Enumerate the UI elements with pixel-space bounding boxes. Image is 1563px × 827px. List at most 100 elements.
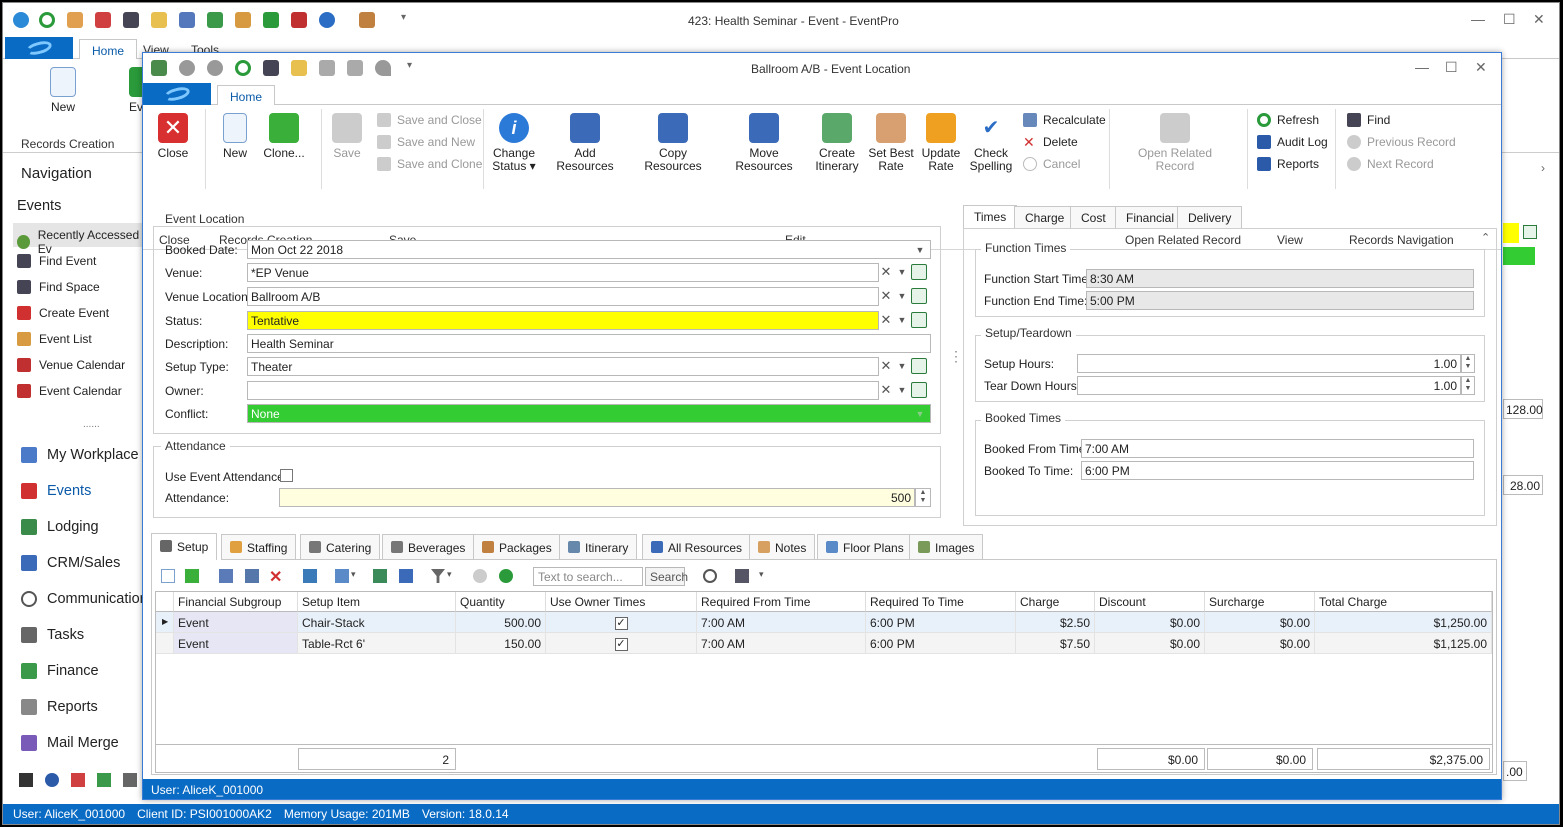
set-best-rate-button[interactable]: Set Best Rate bbox=[867, 113, 915, 173]
recalculate-button[interactable]: Recalculate bbox=[1023, 113, 1106, 127]
col-setup-item[interactable]: Setup Item bbox=[298, 592, 456, 612]
tab-times[interactable]: Times bbox=[963, 205, 1018, 228]
tab-setup[interactable]: Setup bbox=[151, 533, 218, 560]
tab-images[interactable]: Images bbox=[909, 534, 984, 560]
tab-cost[interactable]: Cost bbox=[1070, 206, 1117, 228]
owner-field[interactable] bbox=[247, 381, 879, 400]
folder-icon[interactable] bbox=[235, 12, 251, 28]
undo-icon[interactable] bbox=[375, 60, 391, 76]
cell-use-owner-times[interactable]: ✓ bbox=[546, 612, 697, 633]
dialog-maximize-button[interactable]: ☐ bbox=[1445, 59, 1458, 76]
cell-required-from[interactable]: 7:00 AM bbox=[697, 633, 866, 654]
dialog-close-button[interactable]: ✕ bbox=[1475, 59, 1487, 76]
close-ribbon-button[interactable]: ✕ Close bbox=[153, 113, 193, 160]
search-button[interactable]: Search bbox=[645, 567, 688, 586]
move-resources-button[interactable]: Move Resources bbox=[723, 113, 805, 173]
tab-delivery[interactable]: Delivery bbox=[1177, 206, 1243, 228]
venue-location-field[interactable]: Ballroom A/B bbox=[247, 287, 879, 306]
edit-record-icon[interactable] bbox=[911, 264, 927, 280]
venue-field[interactable]: *EP Venue bbox=[247, 263, 879, 282]
contact-icon[interactable] bbox=[67, 12, 83, 28]
attendance-spinner[interactable]: ▲ ▼ bbox=[915, 488, 931, 507]
attendance-field[interactable]: 500 bbox=[279, 488, 915, 507]
binoculars-icon[interactable] bbox=[263, 60, 279, 76]
use-event-attendance-checkbox[interactable] bbox=[280, 469, 293, 482]
nav-find-space[interactable]: Find Space bbox=[17, 280, 100, 294]
tab-home[interactable]: Home bbox=[79, 39, 138, 59]
tab-financial[interactable]: Financial bbox=[1115, 206, 1186, 228]
cell-total-charge[interactable]: $1,125.00 bbox=[1315, 633, 1492, 654]
customize-icon[interactable]: ▾ bbox=[407, 60, 415, 76]
calendar-icon[interactable] bbox=[179, 12, 195, 28]
tab-charge[interactable]: Charge bbox=[1014, 206, 1076, 228]
check-spelling-button[interactable]: ✔ Check Spelling bbox=[967, 113, 1015, 173]
dialog-tab-home[interactable]: Home bbox=[217, 85, 276, 106]
chevron-down-icon[interactable]: ▼ bbox=[895, 263, 909, 281]
chevron-down-icon[interactable]: ▼ bbox=[895, 357, 909, 375]
description-field[interactable]: Health Seminar bbox=[247, 334, 931, 353]
clone-button[interactable]: Clone... bbox=[261, 113, 307, 160]
edit-record-icon[interactable] bbox=[911, 312, 927, 328]
cell-setup-item[interactable]: Chair-Stack bbox=[298, 612, 456, 633]
save-and-close-button[interactable]: Save and Close bbox=[377, 113, 482, 127]
tab-packages[interactable]: Packages bbox=[473, 534, 561, 560]
dialog-menu-icon[interactable] bbox=[151, 60, 167, 76]
module-lodging[interactable]: Lodging bbox=[21, 519, 99, 535]
module-my-workplace[interactable]: My Workplace bbox=[21, 447, 139, 463]
export-icon[interactable] bbox=[303, 569, 317, 583]
clipboard-icon[interactable] bbox=[399, 569, 413, 583]
panel-splitter[interactable]: ⋮ bbox=[949, 349, 963, 363]
col-required-from[interactable]: Required From Time bbox=[697, 592, 866, 612]
chevron-down-icon[interactable]: ▼ bbox=[895, 287, 909, 305]
clear-icon[interactable]: ✕ bbox=[879, 287, 893, 305]
bg-grid-icon[interactable] bbox=[1523, 225, 1537, 239]
tab-staffing[interactable]: Staffing bbox=[221, 534, 297, 560]
bg-tab-chevron[interactable]: › bbox=[1541, 161, 1545, 175]
nav-find-event[interactable]: Find Event bbox=[17, 254, 96, 268]
cell-surcharge[interactable]: $0.00 bbox=[1205, 612, 1315, 633]
edit-record-icon[interactable] bbox=[911, 288, 927, 304]
notepad-icon[interactable] bbox=[151, 12, 167, 28]
col-total-charge[interactable]: Total Charge bbox=[1315, 592, 1492, 612]
dialog-minimize-button[interactable]: — bbox=[1415, 59, 1429, 75]
module-reports[interactable]: Reports bbox=[21, 699, 98, 715]
nav-event-list[interactable]: Event List bbox=[17, 332, 92, 346]
refresh-button[interactable]: Refresh bbox=[1257, 113, 1319, 127]
status-field[interactable]: Tentative bbox=[247, 311, 879, 330]
chevron-down-icon[interactable]: ▼ bbox=[895, 381, 909, 399]
logo-icon[interactable] bbox=[13, 12, 29, 28]
cell-surcharge[interactable]: $0.00 bbox=[1205, 633, 1315, 654]
minimize-button[interactable]: — bbox=[1471, 11, 1485, 27]
cell-subgroup[interactable]: Event bbox=[174, 612, 298, 633]
delete-row-icon[interactable]: ✕ bbox=[269, 567, 282, 587]
cell-setup-item[interactable]: Table-Rct 6' bbox=[298, 633, 456, 654]
cell-required-to[interactable]: 6:00 PM bbox=[866, 612, 1016, 633]
col-quantity[interactable]: Quantity bbox=[456, 592, 546, 612]
cell-required-to[interactable]: 6:00 PM bbox=[866, 633, 1016, 654]
dropdown-icon[interactable]: ▾ bbox=[759, 569, 764, 580]
audit-log-button[interactable]: Audit Log bbox=[1257, 135, 1328, 149]
cell-discount[interactable]: $0.00 bbox=[1095, 612, 1205, 633]
chevron-down-icon[interactable]: ▼ bbox=[913, 241, 927, 259]
dropdown-icon[interactable]: ▾ bbox=[351, 569, 356, 580]
save-button[interactable]: Save bbox=[329, 113, 365, 160]
previous-icon[interactable] bbox=[473, 569, 487, 583]
setup-type-field[interactable]: Theater bbox=[247, 357, 879, 376]
open-related-record-button[interactable]: Open Related Record bbox=[1133, 113, 1217, 173]
checkbox-checked[interactable]: ✓ bbox=[614, 638, 628, 651]
refresh-icon[interactable] bbox=[235, 60, 251, 76]
tab-catering[interactable]: Catering bbox=[300, 534, 381, 560]
find-button[interactable]: Find bbox=[1347, 113, 1390, 127]
settings-icon[interactable] bbox=[123, 773, 137, 787]
module-finance[interactable]: Finance bbox=[21, 663, 99, 679]
tab-floor-plans[interactable]: Floor Plans bbox=[817, 534, 913, 560]
new-record-button[interactable]: New bbox=[43, 67, 83, 114]
binoculars-icon[interactable] bbox=[123, 12, 139, 28]
create-itinerary-button[interactable]: Create Itinerary bbox=[813, 113, 861, 173]
cell-quantity[interactable]: 500.00 bbox=[456, 612, 546, 633]
previous-record-button[interactable]: Previous Record bbox=[1347, 135, 1456, 149]
up-arrow-icon[interactable] bbox=[179, 60, 195, 76]
globe-icon[interactable] bbox=[45, 773, 59, 787]
module-mail-merge[interactable]: Mail Merge bbox=[21, 735, 119, 751]
edit-icon[interactable] bbox=[219, 569, 233, 583]
